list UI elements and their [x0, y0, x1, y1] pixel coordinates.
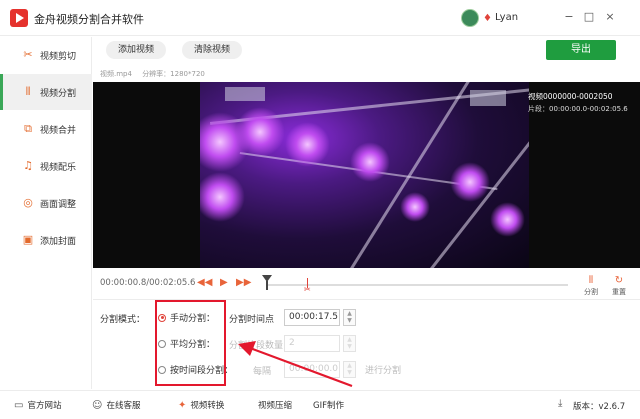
version-label: 版本：v2.6.7	[573, 402, 626, 412]
gif-maker-link[interactable]: GIF制作	[313, 399, 344, 411]
support-icon: ☺	[92, 399, 103, 411]
footer-bar: ▭ 官方网站 ☺ 在线客服 ✦ 视频转换 视频压缩 GIF制作 ⤓ 版本：v2.…	[0, 390, 640, 419]
video-convert-link[interactable]: ✦ 视频转换	[178, 399, 224, 412]
convert-icon: ✦	[178, 399, 187, 411]
official-site-link[interactable]: ▭ 官方网站	[14, 399, 61, 412]
video-compress-link[interactable]: 视频压缩	[258, 399, 292, 411]
online-support-link[interactable]: ☺ 在线客服	[92, 399, 140, 412]
monitor-icon: ▭	[14, 399, 24, 411]
annotation-arrow-icon	[238, 341, 353, 388]
download-icon: ⤓	[558, 398, 563, 409]
